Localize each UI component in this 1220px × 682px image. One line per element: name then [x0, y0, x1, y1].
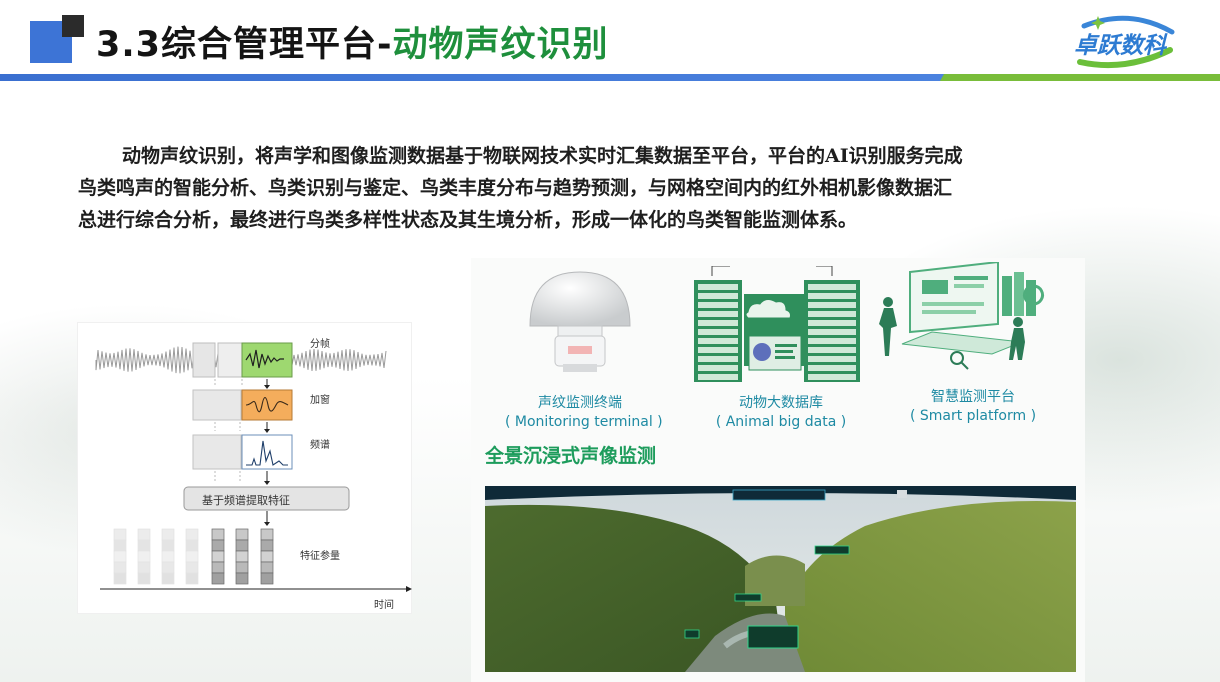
rack-slot	[698, 365, 738, 371]
feature-cell	[113, 528, 127, 541]
rack-slot	[698, 302, 738, 308]
spectrum-label: 频谱	[310, 440, 330, 451]
page-title-prefix: 3.3综合管理平台-	[96, 25, 393, 65]
feature-cell	[235, 528, 249, 541]
voiceprint-flow-graphic	[95, 342, 412, 592]
rack-slot	[698, 347, 738, 353]
feature-cell	[211, 539, 225, 552]
product-terminal-en: ( Monitoring terminal )	[505, 414, 663, 430]
rack-slot	[698, 356, 738, 362]
feature-cell	[161, 561, 175, 574]
feature-cell	[137, 539, 151, 552]
rack-slot	[698, 338, 738, 344]
rack-slot	[698, 293, 738, 299]
title-accent-small-square	[62, 15, 84, 37]
feature-cell	[137, 550, 151, 563]
feature-cell	[260, 561, 274, 574]
product-terminal-name: 声纹监测终端	[538, 395, 622, 411]
rack-slot	[808, 338, 856, 344]
feature-cell	[113, 561, 127, 574]
feature-cell	[113, 572, 127, 585]
rack-slot	[808, 320, 856, 326]
rack-slot	[698, 284, 738, 290]
voiceprint-diagram: 分帧 加窗 频谱 基于频谱提取特征 特征参量 时间	[77, 322, 412, 614]
intro-line-1: 动物声纹识别，将声学和图像监测数据基于物联网技术实时汇集数据至平台，平台的AI识…	[122, 145, 963, 167]
intro-paragraph: 动物声纹识别，将声学和图像监测数据基于物联网技术实时汇集数据至平台，平台的AI识…	[78, 140, 1148, 236]
framing-label: 分帧	[310, 339, 330, 350]
feature-extraction-label: 基于频谱提取特征	[202, 494, 290, 507]
feature-cell	[185, 561, 199, 574]
brand-name: 卓跃数科	[1074, 33, 1166, 59]
feature-cell	[260, 550, 274, 563]
header-rule-green	[940, 74, 1220, 81]
rack-slot	[698, 311, 738, 317]
rack-slot	[808, 293, 856, 299]
feature-cell	[260, 572, 274, 585]
feature-cell	[235, 550, 249, 563]
panorama-title: 全景沉浸式声像监测	[485, 445, 657, 467]
feature-cell	[113, 539, 127, 552]
header-rule-blue	[0, 74, 945, 81]
product-platform-name: 智慧监测平台	[931, 389, 1015, 405]
intro-line-3: 总进行综合分析，最终进行鸟类多样性状态及其生境分析，形成一体化的鸟类智能监测体系…	[78, 209, 858, 231]
feature-cell	[113, 550, 127, 563]
feature-cell	[137, 561, 151, 574]
smart-platform-icon	[879, 262, 1044, 370]
feature-cell	[185, 572, 199, 585]
feature-cell	[137, 572, 151, 585]
time-axis-label: 时间	[374, 600, 394, 611]
data-server-icon	[694, 266, 860, 382]
rack-slot	[808, 347, 856, 353]
feature-cell	[211, 550, 225, 563]
product-database-en: ( Animal big data )	[715, 414, 847, 430]
rack-slot	[808, 329, 856, 335]
rack-slot	[808, 311, 856, 317]
feature-cell	[260, 528, 274, 541]
feature-cell	[185, 550, 199, 563]
feature-cell	[185, 528, 199, 541]
rack-slot	[698, 320, 738, 326]
page-title: 3.3综合管理平台-动物声纹识别	[96, 16, 609, 67]
panorama-image	[485, 486, 1076, 672]
feature-cell	[211, 561, 225, 574]
rack-slot	[808, 356, 856, 362]
feature-cell	[161, 539, 175, 552]
feature-cell	[185, 539, 199, 552]
feature-cell	[161, 572, 175, 585]
product-platform-en: ( Smart platform )	[909, 408, 1037, 424]
feature-cell	[235, 539, 249, 552]
page-title-highlight: 动物声纹识别	[392, 25, 609, 65]
feature-cell	[161, 550, 175, 563]
feature-cell	[211, 572, 225, 585]
feature-cell	[161, 528, 175, 541]
feature-parameter-label: 特征参量	[300, 551, 340, 562]
feature-cell	[260, 539, 274, 552]
rack-slot	[808, 365, 856, 371]
rack-slot	[698, 329, 738, 335]
rack-slot	[808, 284, 856, 290]
feature-cell	[211, 528, 225, 541]
feature-cell	[235, 561, 249, 574]
rack-slot	[808, 374, 856, 380]
feature-cell	[137, 528, 151, 541]
product-caption-database: 动物大数据库 ( Animal big data )	[706, 394, 856, 432]
rack-slot	[698, 374, 738, 380]
windowing-label: 加窗	[310, 395, 330, 406]
intro-line-2: 鸟类鸣声的智能分析、鸟类识别与鉴定、鸟类丰度分布与趋势预测，与网格空间内的红外相…	[78, 177, 953, 199]
product-caption-terminal: 声纹监测终端 ( Monitoring terminal )	[505, 394, 663, 432]
dome-sensor-icon	[529, 271, 631, 372]
rack-slot	[808, 302, 856, 308]
product-database-name: 动物大数据库	[739, 395, 823, 411]
feature-cell	[235, 572, 249, 585]
product-caption-platform: 智慧监测平台 ( Smart platform )	[898, 388, 1048, 426]
